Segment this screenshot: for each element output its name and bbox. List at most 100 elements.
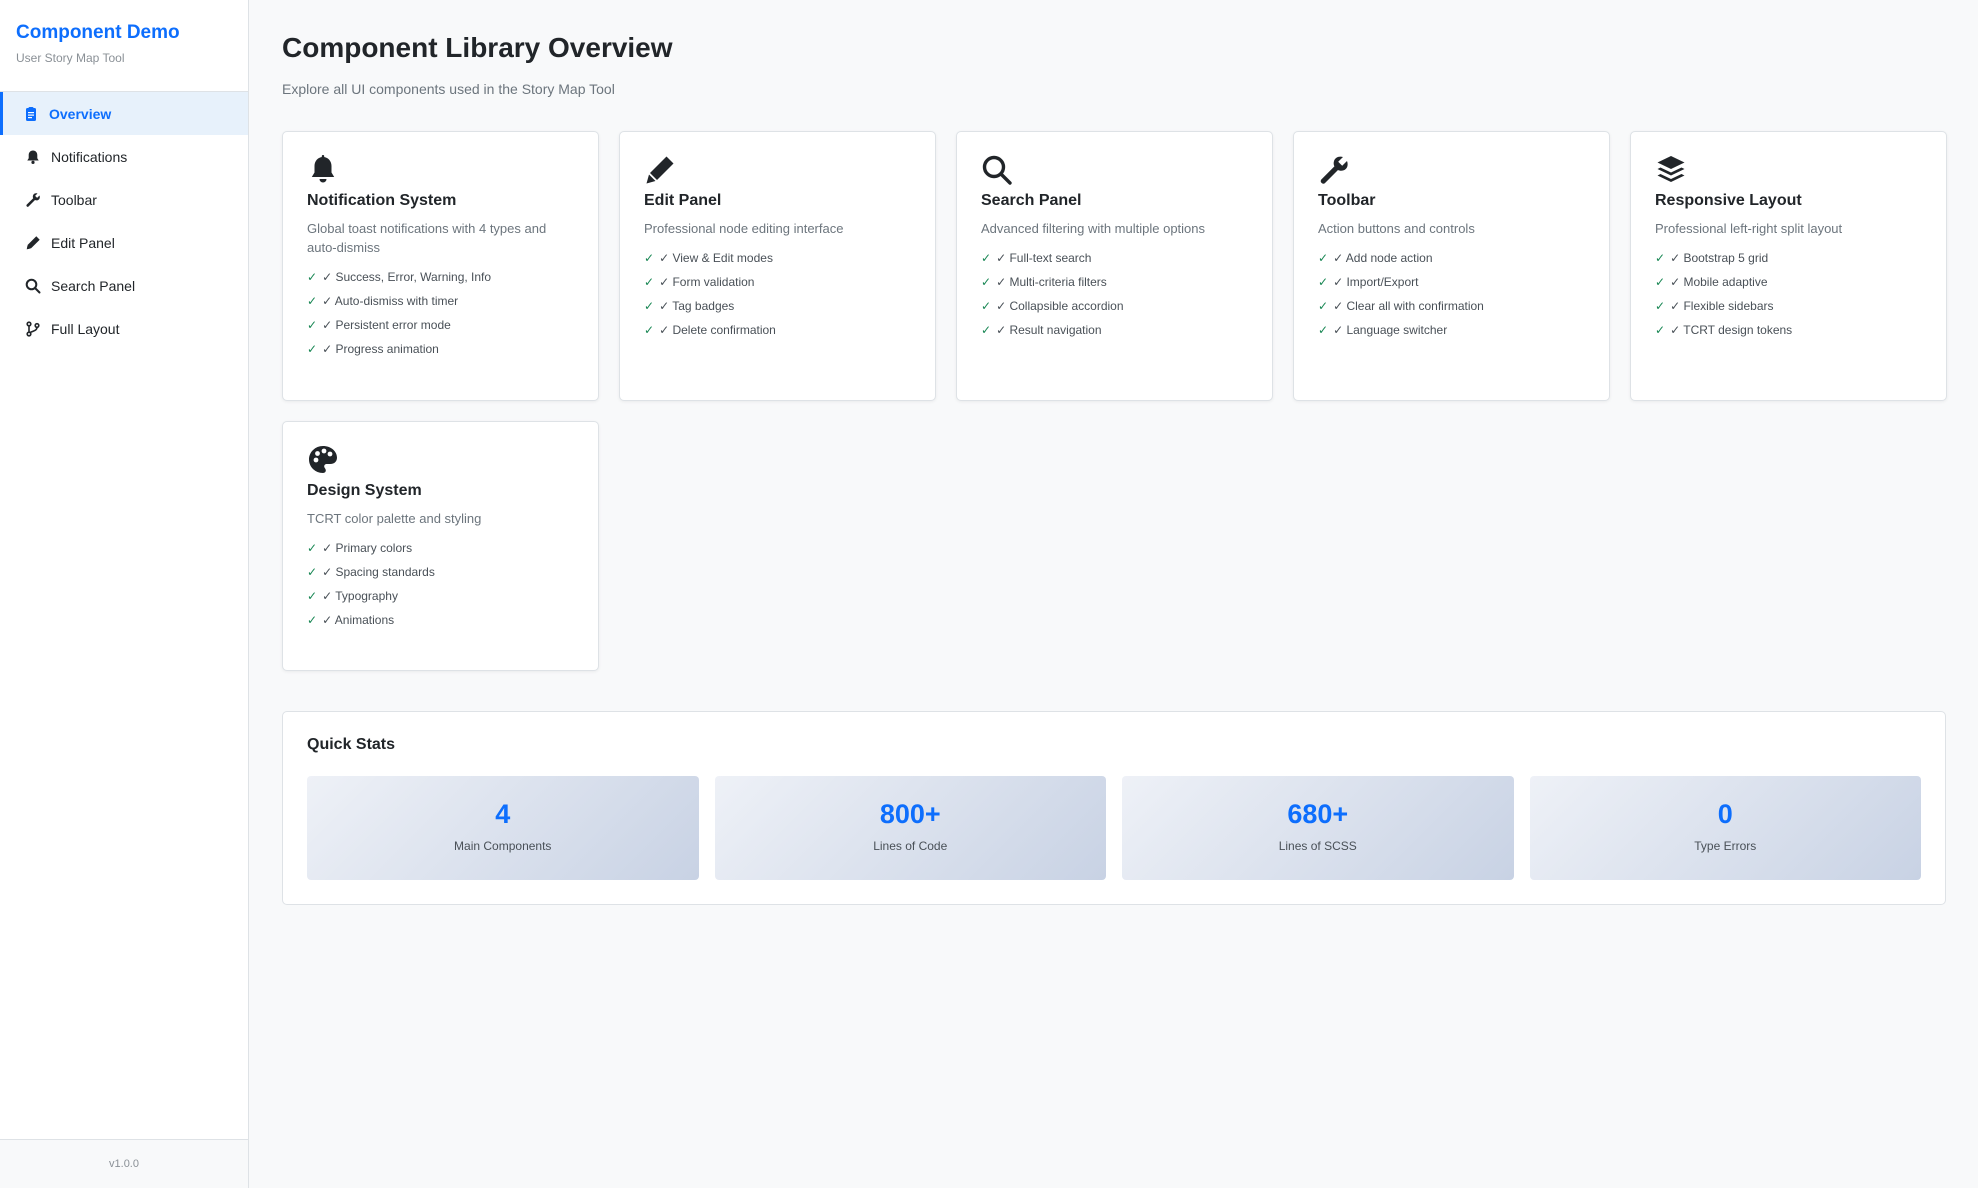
stat-label: Lines of SCSS bbox=[1278, 839, 1357, 853]
check-icon: ✓ bbox=[1655, 275, 1666, 289]
card-description: Action buttons and controls bbox=[1318, 221, 1475, 236]
card-toolbar[interactable]: Toolbar Action buttons and controls ✓ ✓ A… bbox=[1293, 131, 1610, 401]
brand: Component Demo User Story Map Tool bbox=[0, 0, 248, 92]
card-title: Responsive Layout bbox=[1655, 192, 1802, 209]
feature-item: ✓ ✓ Progress animation bbox=[307, 342, 439, 356]
sidebar-item-label: Full Layout bbox=[51, 320, 120, 337]
bell-icon bbox=[25, 149, 41, 165]
sidebar: Component Demo User Story Map Tool Overv… bbox=[0, 0, 249, 1188]
feature-item: ✓ ✓ Import/Export bbox=[1318, 275, 1419, 289]
feature-list: ✓ ✓ Bootstrap 5 grid ✓ ✓ Mobile adaptive ✓… bbox=[1655, 246, 1922, 342]
check-icon: ✓ bbox=[644, 299, 655, 313]
feature-item: ✓ ✓ Collapsible accordion bbox=[981, 299, 1124, 313]
check-icon: ✓ bbox=[307, 589, 318, 603]
sidebar-item-label: Toolbar bbox=[51, 191, 97, 208]
card-title: Design System bbox=[307, 482, 422, 499]
feature-item: ✓ ✓ Animations bbox=[307, 613, 395, 627]
sidebar-item-label: Edit Panel bbox=[51, 234, 115, 251]
feature-item: ✓ ✓ Typography bbox=[307, 589, 398, 603]
card-search-panel[interactable]: Search Panel Advanced filtering with mul… bbox=[956, 131, 1273, 401]
check-icon: ✓ bbox=[981, 323, 992, 337]
feature-item: ✓ ✓ Flexible sidebars bbox=[1655, 299, 1774, 313]
card-design-system[interactable]: Design System TCRT color palette and sty… bbox=[282, 421, 599, 671]
wrench-icon bbox=[1318, 154, 1350, 186]
feature-item: ✓ ✓ Spacing standards bbox=[307, 565, 435, 579]
sidebar-item-label: Overview bbox=[49, 105, 112, 122]
check-icon: ✓ bbox=[644, 251, 655, 265]
feature-list: ✓ ✓ Success, Error, Warning, Info ✓ ✓ Auto… bbox=[307, 265, 574, 361]
feature-item: ✓ ✓ Language switcher bbox=[1318, 323, 1448, 337]
stat-value: 4 bbox=[495, 799, 511, 829]
feature-list: ✓ ✓ Full-text search ✓ ✓ Multi-criteria fi… bbox=[981, 246, 1248, 342]
layers-icon bbox=[1655, 154, 1687, 186]
brand-subtitle: User Story Map Tool bbox=[16, 51, 125, 65]
feature-item: ✓ ✓ Success, Error, Warning, Info bbox=[307, 270, 492, 284]
feature-item: ✓ ✓ Primary colors bbox=[307, 541, 413, 555]
check-icon: ✓ bbox=[981, 275, 992, 289]
card-title: Notification System bbox=[307, 192, 457, 209]
bell-icon bbox=[307, 154, 339, 186]
card-edit-panel[interactable]: Edit Panel Professional node editing int… bbox=[619, 131, 936, 401]
page-title: Component Library Overview bbox=[282, 32, 673, 63]
card-responsive-layout[interactable]: Responsive Layout Professional left-righ… bbox=[1630, 131, 1947, 401]
feature-list: ✓ ✓ View & Edit modes ✓ ✓ Form validation … bbox=[644, 246, 911, 342]
stat-main-components: 4 Main Components bbox=[307, 776, 699, 880]
card-notification-system[interactable]: Notification System Global toast notific… bbox=[282, 131, 599, 401]
stat-label: Lines of Code bbox=[873, 839, 948, 853]
stat-label: Type Errors bbox=[1694, 839, 1757, 853]
check-icon: ✓ bbox=[307, 565, 318, 579]
check-icon: ✓ bbox=[307, 342, 318, 356]
card-title: Search Panel bbox=[981, 192, 1082, 209]
card-title: Toolbar bbox=[1318, 192, 1376, 209]
palette-icon bbox=[307, 444, 339, 476]
pencil-icon bbox=[25, 235, 41, 251]
feature-item: ✓ ✓ View & Edit modes bbox=[644, 251, 773, 265]
stat-value: 800+ bbox=[879, 799, 941, 829]
feature-item: ✓ ✓ Form validation bbox=[644, 275, 755, 289]
check-icon: ✓ bbox=[307, 613, 318, 627]
stat-label: Main Components bbox=[454, 839, 552, 853]
sidebar-item-label: Notifications bbox=[51, 148, 128, 165]
feature-item: ✓ ✓ Auto-dismiss with timer bbox=[307, 294, 459, 308]
feature-list: ✓ ✓ Primary colors ✓ ✓ Spacing standards ✓… bbox=[307, 536, 574, 632]
quick-stats-panel: Quick Stats 4 Main Components 800+ Lines… bbox=[282, 711, 1946, 905]
feature-list: ✓ ✓ Add node action ✓ ✓ Import/Export ✓ ✓ C… bbox=[1318, 246, 1585, 342]
sidebar-item-search-panel[interactable]: Search Panel bbox=[0, 264, 248, 307]
feature-item: ✓ ✓ TCRT design tokens bbox=[1655, 323, 1793, 337]
git-branch-icon bbox=[25, 320, 41, 337]
check-icon: ✓ bbox=[981, 299, 992, 313]
sidebar-item-label: Search Panel bbox=[51, 277, 136, 294]
check-icon: ✓ bbox=[1318, 251, 1329, 265]
check-icon: ✓ bbox=[307, 318, 318, 332]
check-icon: ✓ bbox=[307, 541, 318, 555]
card-description: Advanced filtering with multiple options bbox=[981, 221, 1206, 236]
check-icon: ✓ bbox=[307, 294, 318, 308]
sidebar-nav: Overview Notifications Toolbar Edit Pane… bbox=[0, 92, 248, 350]
check-icon: ✓ bbox=[644, 323, 655, 337]
stat-row: 4 Main Components 800+ Lines of Code 680… bbox=[307, 776, 1921, 880]
stat-value: 0 bbox=[1717, 799, 1733, 829]
sidebar-item-notifications[interactable]: Notifications bbox=[0, 135, 248, 178]
sidebar-item-toolbar[interactable]: Toolbar bbox=[0, 178, 248, 221]
feature-item: ✓ ✓ Result navigation bbox=[981, 323, 1102, 337]
sidebar-item-full-layout[interactable]: Full Layout bbox=[0, 307, 248, 350]
wrench-icon bbox=[25, 192, 41, 208]
card-description: Professional node editing interface bbox=[644, 221, 844, 236]
sidebar-item-overview[interactable]: Overview bbox=[0, 92, 248, 135]
feature-item: ✓ ✓ Full-text search bbox=[981, 251, 1092, 265]
pencil-icon bbox=[644, 154, 676, 186]
check-icon: ✓ bbox=[1318, 323, 1329, 337]
version-label: v1.0.0 bbox=[0, 1139, 248, 1188]
page-subtitle: Explore all UI components used in the St… bbox=[282, 81, 615, 97]
card-description: Professional left-right split layout bbox=[1655, 221, 1843, 236]
sidebar-item-edit-panel[interactable]: Edit Panel bbox=[0, 221, 248, 264]
check-icon: ✓ bbox=[1318, 299, 1329, 313]
card-description: Global toast notifications with 4 types … bbox=[307, 221, 547, 255]
check-icon: ✓ bbox=[1655, 299, 1666, 313]
check-icon: ✓ bbox=[307, 270, 318, 284]
stat-lines-of-scss: 680+ Lines of SCSS bbox=[1122, 776, 1514, 880]
feature-item: ✓ ✓ Delete confirmation bbox=[644, 323, 776, 337]
feature-item: ✓ ✓ Add node action bbox=[1318, 251, 1433, 265]
stat-type-errors: 0 Type Errors bbox=[1529, 776, 1921, 880]
clipboard-icon bbox=[23, 106, 39, 122]
